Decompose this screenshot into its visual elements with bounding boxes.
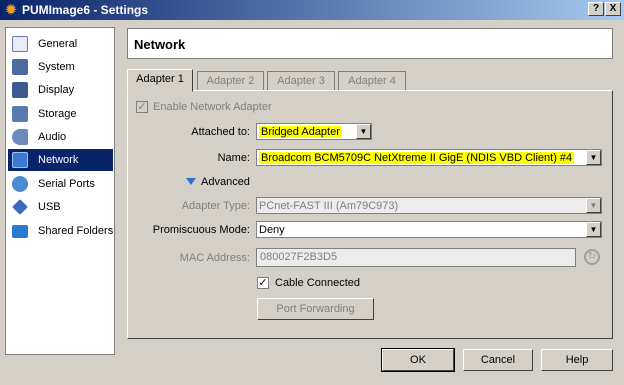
chevron-down-icon: ▼	[586, 222, 601, 237]
sidebar-item-shared-folders[interactable]: Shared Folders	[8, 220, 113, 242]
shared-folders-icon	[12, 225, 28, 238]
attached-to-select[interactable]: Bridged Adapter ▼	[256, 123, 372, 140]
usb-icon	[12, 199, 28, 215]
cable-connected-checkbox[interactable]: ✓	[257, 277, 269, 289]
network-icon	[12, 152, 28, 168]
app-gear-icon: ✹	[5, 2, 17, 17]
sidebar-item-label: Serial Ports	[38, 178, 95, 190]
sidebar-item-system[interactable]: System	[8, 56, 113, 78]
adapter-type-value: PCnet-FAST III (Am79C973)	[259, 200, 399, 212]
cancel-button[interactable]: Cancel	[463, 349, 533, 371]
attached-to-value: Bridged Adapter	[259, 126, 342, 138]
sidebar-item-label: USB	[38, 201, 61, 213]
promiscuous-mode-select[interactable]: Deny ▼	[256, 221, 602, 238]
sidebar-item-label: Shared Folders	[38, 225, 114, 237]
mac-address-value: 080027F2B3D5	[260, 251, 338, 263]
sidebar-item-label: System	[38, 61, 75, 73]
display-icon	[12, 82, 28, 98]
tab-adapter-3[interactable]: Adapter 3	[267, 71, 335, 91]
general-icon	[12, 36, 28, 52]
name-value: Broadcom BCM5709C NetXtreme II GigE (NDI…	[259, 152, 575, 164]
expand-arrow-icon[interactable]	[186, 178, 196, 185]
ok-button[interactable]: OK	[381, 348, 455, 372]
name-label: Name:	[217, 152, 250, 164]
sidebar-item-label: Display	[38, 84, 75, 96]
help-title-button[interactable]: ?	[588, 2, 604, 16]
sidebar-item-label: Audio	[38, 131, 67, 143]
window-title: PUMImage6 - Settings	[22, 3, 149, 17]
sidebar-item-label: General	[38, 38, 78, 50]
enable-adapter-label: Enable Network Adapter	[153, 101, 272, 113]
sidebar-item-general[interactable]: General	[8, 33, 113, 55]
refresh-mac-icon[interactable]: ↻	[584, 249, 600, 265]
adapter-type-select[interactable]: PCnet-FAST III (Am79C973) ▼	[256, 197, 602, 214]
audio-icon	[12, 129, 28, 145]
advanced-toggle[interactable]: Advanced	[201, 176, 250, 188]
page-title: Network	[134, 37, 186, 52]
title-bar: ✹ PUMImage6 - Settings ? X	[0, 0, 624, 20]
close-title-button[interactable]: X	[605, 2, 621, 16]
port-forwarding-button[interactable]: Port Forwarding	[257, 298, 374, 320]
promiscuous-mode-value: Deny	[259, 224, 285, 236]
serial-ports-icon	[12, 176, 28, 192]
name-select[interactable]: Broadcom BCM5709C NetXtreme II GigE (NDI…	[256, 149, 602, 166]
chevron-down-icon: ▼	[356, 124, 371, 139]
storage-icon	[12, 106, 28, 122]
tab-adapter-4[interactable]: Adapter 4	[338, 71, 406, 91]
sidebar-item-storage[interactable]: Storage	[8, 103, 113, 125]
page-header: Network	[127, 28, 613, 59]
settings-sidebar: General System Display Storage Audio Net…	[5, 27, 115, 355]
sidebar-item-usb[interactable]: USB	[8, 196, 113, 218]
mac-address-field[interactable]: 080027F2B3D5	[256, 248, 576, 267]
sidebar-item-audio[interactable]: Audio	[8, 126, 113, 148]
cable-connected-label: Cable Connected	[275, 277, 361, 289]
sidebar-item-display[interactable]: Display	[8, 79, 113, 101]
tab-adapter-2[interactable]: Adapter 2	[197, 71, 264, 91]
sidebar-item-label: Network	[38, 154, 79, 166]
promiscuous-mode-label: Promiscuous Mode:	[152, 224, 250, 236]
help-button[interactable]: Help	[541, 349, 613, 371]
system-icon	[12, 59, 28, 75]
mac-address-label: MAC Address:	[179, 252, 250, 264]
chevron-down-icon: ▼	[586, 150, 601, 165]
tab-adapter-1[interactable]: Adapter 1	[127, 69, 193, 92]
attached-to-label: Attached to:	[191, 126, 250, 138]
sidebar-item-network[interactable]: Network	[8, 149, 113, 171]
sidebar-item-serial-ports[interactable]: Serial Ports	[8, 173, 113, 195]
adapter-type-label: Adapter Type:	[181, 200, 250, 212]
sidebar-item-label: Storage	[38, 108, 77, 120]
enable-adapter-checkbox[interactable]: ✓	[136, 101, 148, 113]
chevron-down-icon: ▼	[586, 198, 601, 213]
